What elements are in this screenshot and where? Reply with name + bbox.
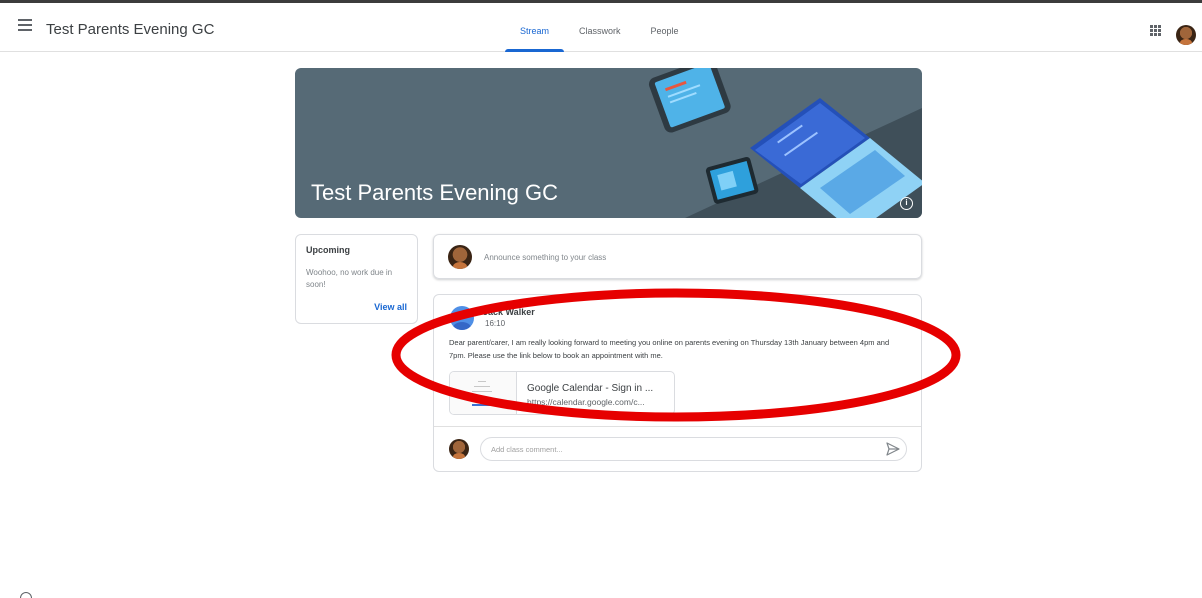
- upcoming-title: Upcoming: [306, 245, 350, 255]
- send-icon[interactable]: [886, 442, 900, 456]
- upcoming-text: Woohoo, no work due in soon!: [306, 268, 393, 289]
- announce-box[interactable]: Announce something to your class: [433, 234, 922, 279]
- post-author: Jack Walker: [483, 307, 535, 317]
- attachment-thumbnail: [450, 372, 517, 414]
- post-time: 16:10: [485, 319, 506, 328]
- stream-post: Jack Walker 16:10 Dear parent/carer, I a…: [433, 294, 922, 472]
- user-avatar: [448, 245, 472, 269]
- class-title[interactable]: Test Parents Evening GC: [46, 21, 214, 38]
- top-app-bar: Test Parents Evening GC Stream Classwork…: [0, 3, 1202, 52]
- account-avatar[interactable]: [1176, 25, 1196, 45]
- author-avatar: [450, 306, 474, 330]
- view-all-link[interactable]: View all: [374, 302, 407, 312]
- class-comment-input[interactable]: [480, 437, 907, 461]
- tab-classwork[interactable]: Classwork: [564, 3, 636, 52]
- info-icon[interactable]: i: [900, 197, 913, 210]
- upcoming-panel: Upcoming Woohoo, no work due in soon! Vi…: [295, 234, 418, 324]
- help-icon[interactable]: [20, 592, 32, 598]
- tab-stream[interactable]: Stream: [505, 3, 565, 52]
- announce-placeholder: Announce something to your class: [484, 253, 607, 262]
- attachment-link-card[interactable]: Google Calendar - Sign in ... https://ca…: [449, 371, 675, 415]
- class-tabs: Stream Classwork People: [505, 3, 694, 52]
- commenter-avatar: [449, 439, 469, 459]
- post-body: Dear parent/carer, I am really looking f…: [449, 338, 890, 360]
- hamburger-menu-icon[interactable]: [18, 19, 32, 31]
- tab-people[interactable]: People: [636, 3, 694, 52]
- attachment-url: https://calendar.google.com/c...: [527, 397, 645, 407]
- banner-class-title: Test Parents Evening GC: [311, 180, 559, 205]
- post-divider: [434, 426, 921, 427]
- google-apps-icon[interactable]: [1150, 25, 1161, 36]
- class-banner: Test Parents Evening GC i: [295, 68, 922, 218]
- attachment-title: Google Calendar - Sign in ...: [527, 383, 654, 394]
